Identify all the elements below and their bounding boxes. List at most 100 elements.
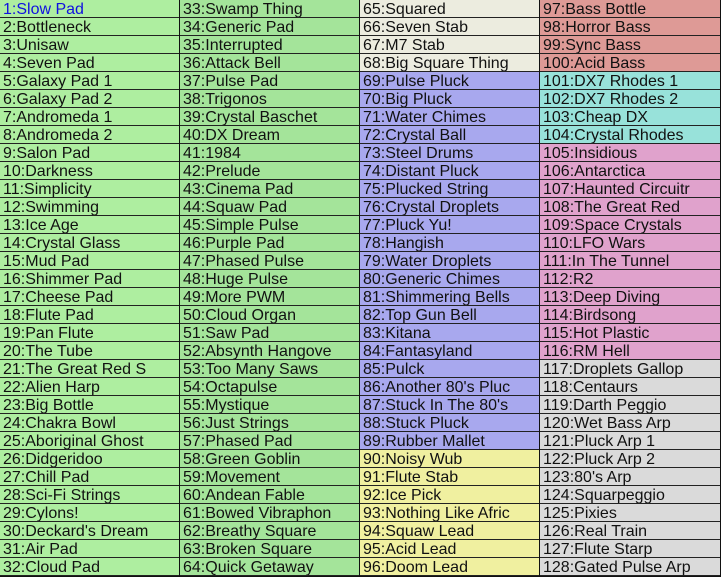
patch-item[interactable]: 100:Acid Bass — [540, 54, 720, 72]
patch-item[interactable]: 88:Stuck Pluck — [360, 414, 539, 432]
patch-item[interactable]: 42:Prelude — [180, 162, 359, 180]
patch-item[interactable]: 94:Squaw Lead — [360, 522, 539, 540]
patch-item[interactable]: 14:Crystal Glass — [0, 234, 179, 252]
patch-item[interactable]: 12:Swimming — [0, 198, 179, 216]
patch-item[interactable]: 47:Phased Pulse — [180, 252, 359, 270]
patch-item[interactable]: 33:Swamp Thing — [180, 0, 359, 18]
patch-item[interactable]: 97:Bass Bottle — [540, 0, 720, 18]
patch-item[interactable]: 57:Phased Pad — [180, 432, 359, 450]
patch-item[interactable]: 121:Pluck Arp 1 — [540, 432, 720, 450]
patch-item[interactable]: 82:Top Gun Bell — [360, 306, 539, 324]
patch-item[interactable]: 102:DX7 Rhodes 2 — [540, 90, 720, 108]
patch-item[interactable]: 112:R2 — [540, 270, 720, 288]
patch-item[interactable]: 68:Big Square Thing — [360, 54, 539, 72]
patch-item[interactable]: 40:DX Dream — [180, 126, 359, 144]
patch-item[interactable]: 23:Big Bottle — [0, 396, 179, 414]
patch-item[interactable]: 29:Cylons! — [0, 504, 179, 522]
patch-item[interactable]: 106:Antarctica — [540, 162, 720, 180]
patch-item[interactable]: 22:Alien Harp — [0, 378, 179, 396]
patch-item[interactable]: 120:Wet Bass Arp — [540, 414, 720, 432]
patch-item[interactable]: 1:Slow Pad — [0, 0, 179, 18]
patch-item[interactable]: 69:Pulse Pluck — [360, 72, 539, 90]
patch-item[interactable]: 37:Pulse Pad — [180, 72, 359, 90]
patch-item[interactable]: 20:The Tube — [0, 342, 179, 360]
patch-item[interactable]: 103:Cheap DX — [540, 108, 720, 126]
patch-item[interactable]: 24:Chakra Bowl — [0, 414, 179, 432]
patch-item[interactable]: 77:Pluck Yu! — [360, 216, 539, 234]
patch-item[interactable]: 90:Noisy Wub — [360, 450, 539, 468]
patch-item[interactable]: 17:Cheese Pad — [0, 288, 179, 306]
patch-item[interactable]: 38:Trigonos — [180, 90, 359, 108]
patch-item[interactable]: 5:Galaxy Pad 1 — [0, 72, 179, 90]
patch-item[interactable]: 10:Darkness — [0, 162, 179, 180]
patch-item[interactable]: 85:Pulck — [360, 360, 539, 378]
patch-item[interactable]: 39:Crystal Baschet — [180, 108, 359, 126]
patch-item[interactable]: 110:LFO Wars — [540, 234, 720, 252]
patch-item[interactable]: 124:Squarpeggio — [540, 486, 720, 504]
patch-item[interactable]: 78:Hangish — [360, 234, 539, 252]
patch-item[interactable]: 67:M7 Stab — [360, 36, 539, 54]
patch-item[interactable]: 41:1984 — [180, 144, 359, 162]
patch-item[interactable]: 98:Horror Bass — [540, 18, 720, 36]
patch-item[interactable]: 93:Nothing Like Afric — [360, 504, 539, 522]
patch-item[interactable]: 127:Flute Starp — [540, 540, 720, 558]
patch-item[interactable]: 89:Rubber Mallet — [360, 432, 539, 450]
patch-item[interactable]: 122:Pluck Arp 2 — [540, 450, 720, 468]
patch-item[interactable]: 72:Crystal Ball — [360, 126, 539, 144]
patch-item[interactable]: 101:DX7 Rhodes 1 — [540, 72, 720, 90]
patch-item[interactable]: 123:80's Arp — [540, 468, 720, 486]
patch-item[interactable]: 19:Pan Flute — [0, 324, 179, 342]
patch-item[interactable]: 128:Gated Pulse Arp — [540, 558, 720, 576]
patch-item[interactable]: 28:Sci-Fi Strings — [0, 486, 179, 504]
patch-item[interactable]: 70:Big Pluck — [360, 90, 539, 108]
patch-item[interactable]: 116:RM Hell — [540, 342, 720, 360]
patch-item[interactable]: 119:Darth Peggio — [540, 396, 720, 414]
patch-item[interactable]: 104:Crystal Rhodes — [540, 126, 720, 144]
patch-item[interactable]: 25:Aboriginal Ghost — [0, 432, 179, 450]
patch-item[interactable]: 7:Andromeda 1 — [0, 108, 179, 126]
patch-item[interactable]: 84:Fantasyland — [360, 342, 539, 360]
patch-item[interactable]: 99:Sync Bass — [540, 36, 720, 54]
patch-item[interactable]: 48:Huge Pulse — [180, 270, 359, 288]
patch-item[interactable]: 32:Cloud Pad — [0, 558, 179, 576]
patch-item[interactable]: 27:Chill Pad — [0, 468, 179, 486]
patch-item[interactable]: 61:Bowed Vibraphon — [180, 504, 359, 522]
patch-item[interactable]: 91:Flute Stab — [360, 468, 539, 486]
patch-item[interactable]: 43:Cinema Pad — [180, 180, 359, 198]
patch-item[interactable]: 6:Galaxy Pad 2 — [0, 90, 179, 108]
patch-item[interactable]: 113:Deep Diving — [540, 288, 720, 306]
patch-item[interactable]: 111:In The Tunnel — [540, 252, 720, 270]
patch-item[interactable]: 71:Water Chimes — [360, 108, 539, 126]
patch-item[interactable]: 105:Insidious — [540, 144, 720, 162]
patch-item[interactable]: 92:Ice Pick — [360, 486, 539, 504]
patch-item[interactable]: 87:Stuck In The 80's — [360, 396, 539, 414]
patch-item[interactable]: 56:Just Strings — [180, 414, 359, 432]
patch-item[interactable]: 95:Acid Lead — [360, 540, 539, 558]
patch-item[interactable]: 66:Seven Stab — [360, 18, 539, 36]
patch-item[interactable]: 55:Mystique — [180, 396, 359, 414]
patch-item[interactable]: 13:Ice Age — [0, 216, 179, 234]
patch-item[interactable]: 86:Another 80's Pluc — [360, 378, 539, 396]
patch-item[interactable]: 8:Andromeda 2 — [0, 126, 179, 144]
patch-item[interactable]: 36:Attack Bell — [180, 54, 359, 72]
patch-item[interactable]: 60:Andean Fable — [180, 486, 359, 504]
patch-item[interactable]: 2:Bottleneck — [0, 18, 179, 36]
patch-item[interactable]: 52:Absynth Hangove — [180, 342, 359, 360]
patch-item[interactable]: 4:Seven Pad — [0, 54, 179, 72]
patch-item[interactable]: 62:Breathy Square — [180, 522, 359, 540]
patch-item[interactable]: 74:Distant Pluck — [360, 162, 539, 180]
patch-item[interactable]: 126:Real Train — [540, 522, 720, 540]
patch-item[interactable]: 46:Purple Pad — [180, 234, 359, 252]
patch-item[interactable]: 108:The Great Red — [540, 198, 720, 216]
patch-item[interactable]: 115:Hot Plastic — [540, 324, 720, 342]
patch-item[interactable]: 65:Squared — [360, 0, 539, 18]
patch-item[interactable]: 45:Simple Pulse — [180, 216, 359, 234]
patch-item[interactable]: 79:Water Droplets — [360, 252, 539, 270]
patch-item[interactable]: 109:Space Crystals — [540, 216, 720, 234]
patch-item[interactable]: 49:More PWM — [180, 288, 359, 306]
patch-item[interactable]: 76:Crystal Droplets — [360, 198, 539, 216]
patch-item[interactable]: 125:Pixies — [540, 504, 720, 522]
patch-item[interactable]: 31:Air Pad — [0, 540, 179, 558]
patch-item[interactable]: 9:Salon Pad — [0, 144, 179, 162]
patch-item[interactable]: 107:Haunted Circuitr — [540, 180, 720, 198]
